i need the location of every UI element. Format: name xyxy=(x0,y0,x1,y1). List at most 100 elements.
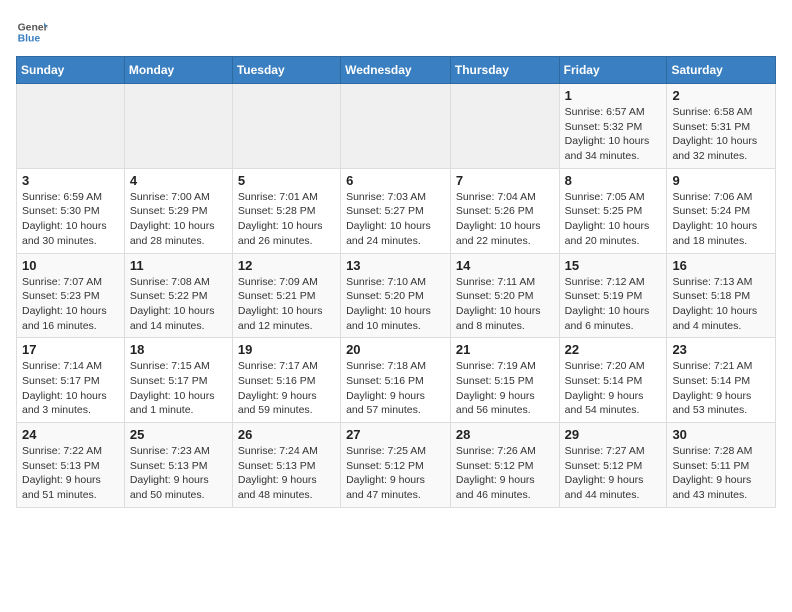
day-info: Sunrise: 7:08 AM Sunset: 5:22 PM Dayligh… xyxy=(130,275,227,334)
day-info: Sunrise: 7:18 AM Sunset: 5:16 PM Dayligh… xyxy=(346,359,445,418)
calendar-cell: 8 Sunrise: 7:05 AM Sunset: 5:25 PM Daylig… xyxy=(559,168,667,253)
calendar-cell: 13Sunrise: 7:10 AM Sunset: 5:20 PM Dayli… xyxy=(341,253,451,338)
day-number: 22 xyxy=(565,342,662,357)
day-number: 27 xyxy=(346,427,445,442)
header-day-tuesday: Tuesday xyxy=(232,57,340,84)
calendar-cell: 17Sunrise: 7:14 AM Sunset: 5:17 PM Dayli… xyxy=(17,338,125,423)
day-info: Sunrise: 7:24 AM Sunset: 5:13 PM Dayligh… xyxy=(238,444,335,503)
svg-text:Blue: Blue xyxy=(18,34,41,45)
calendar-week-1: 1 Sunrise: 6:57 AM Sunset: 5:32 PM Daylig… xyxy=(17,84,776,169)
day-info: Sunrise: 7:01 AM Sunset: 5:28 PM Dayligh… xyxy=(238,190,335,249)
day-number: 26 xyxy=(238,427,335,442)
day-number: 16 xyxy=(672,258,770,273)
day-number: 13 xyxy=(346,258,445,273)
day-number: 4 xyxy=(130,173,227,188)
calendar-cell: 2 Sunrise: 6:58 AM Sunset: 5:31 PM Daylig… xyxy=(667,84,776,169)
day-info: Sunrise: 7:05 AM Sunset: 5:25 PM Dayligh… xyxy=(565,190,662,249)
header-day-friday: Friday xyxy=(559,57,667,84)
day-number: 20 xyxy=(346,342,445,357)
calendar-cell: 1 Sunrise: 6:57 AM Sunset: 5:32 PM Daylig… xyxy=(559,84,667,169)
calendar-cell: 14 Sunrise: 7:11 AM Sunset: 5:20 PM Dayli… xyxy=(450,253,559,338)
day-info: Sunrise: 7:03 AM Sunset: 5:27 PM Dayligh… xyxy=(346,190,445,249)
logo-icon: General Blue xyxy=(16,16,48,48)
calendar-cell: 15 Sunrise: 7:12 AM Sunset: 5:19 PM Dayli… xyxy=(559,253,667,338)
calendar-cell: 6Sunrise: 7:03 AM Sunset: 5:27 PM Daylig… xyxy=(341,168,451,253)
day-number: 5 xyxy=(238,173,335,188)
day-number: 12 xyxy=(238,258,335,273)
svg-text:General: General xyxy=(18,22,48,33)
calendar-cell xyxy=(232,84,340,169)
day-number: 23 xyxy=(672,342,770,357)
calendar-cell xyxy=(450,84,559,169)
day-info: Sunrise: 6:58 AM Sunset: 5:31 PM Dayligh… xyxy=(672,105,770,164)
day-info: Sunrise: 7:28 AM Sunset: 5:11 PM Dayligh… xyxy=(672,444,770,503)
day-info: Sunrise: 7:07 AM Sunset: 5:23 PM Dayligh… xyxy=(22,275,119,334)
header: General Blue xyxy=(16,16,776,48)
calendar-cell: 29 Sunrise: 7:27 AM Sunset: 5:12 PM Dayli… xyxy=(559,423,667,508)
calendar-cell: 24 Sunrise: 7:22 AM Sunset: 5:13 PM Dayli… xyxy=(17,423,125,508)
calendar-week-2: 3 Sunrise: 6:59 AM Sunset: 5:30 PM Daylig… xyxy=(17,168,776,253)
calendar-week-4: 17Sunrise: 7:14 AM Sunset: 5:17 PM Dayli… xyxy=(17,338,776,423)
calendar-body: 1 Sunrise: 6:57 AM Sunset: 5:32 PM Daylig… xyxy=(17,84,776,508)
day-info: Sunrise: 7:04 AM Sunset: 5:26 PM Dayligh… xyxy=(456,190,554,249)
calendar-cell: 16 Sunrise: 7:13 AM Sunset: 5:18 PM Dayli… xyxy=(667,253,776,338)
day-number: 11 xyxy=(130,258,227,273)
day-number: 3 xyxy=(22,173,119,188)
calendar-cell: 21 Sunrise: 7:19 AM Sunset: 5:15 PM Dayli… xyxy=(450,338,559,423)
day-number: 28 xyxy=(456,427,554,442)
day-info: Sunrise: 7:12 AM Sunset: 5:19 PM Dayligh… xyxy=(565,275,662,334)
day-number: 18 xyxy=(130,342,227,357)
calendar-cell: 19Sunrise: 7:17 AM Sunset: 5:16 PM Dayli… xyxy=(232,338,340,423)
day-info: Sunrise: 7:00 AM Sunset: 5:29 PM Dayligh… xyxy=(130,190,227,249)
header-day-monday: Monday xyxy=(124,57,232,84)
calendar-cell: 18 Sunrise: 7:15 AM Sunset: 5:17 PM Dayli… xyxy=(124,338,232,423)
day-info: Sunrise: 7:26 AM Sunset: 5:12 PM Dayligh… xyxy=(456,444,554,503)
calendar-cell: 25Sunrise: 7:23 AM Sunset: 5:13 PM Dayli… xyxy=(124,423,232,508)
calendar-cell: 20 Sunrise: 7:18 AM Sunset: 5:16 PM Dayli… xyxy=(341,338,451,423)
header-day-thursday: Thursday xyxy=(450,57,559,84)
header-row: SundayMondayTuesdayWednesdayThursdayFrid… xyxy=(17,57,776,84)
calendar-cell: 9Sunrise: 7:06 AM Sunset: 5:24 PM Daylig… xyxy=(667,168,776,253)
day-number: 21 xyxy=(456,342,554,357)
day-info: Sunrise: 7:25 AM Sunset: 5:12 PM Dayligh… xyxy=(346,444,445,503)
day-info: Sunrise: 7:19 AM Sunset: 5:15 PM Dayligh… xyxy=(456,359,554,418)
calendar-cell: 28 Sunrise: 7:26 AM Sunset: 5:12 PM Dayli… xyxy=(450,423,559,508)
day-number: 14 xyxy=(456,258,554,273)
day-number: 19 xyxy=(238,342,335,357)
day-info: Sunrise: 7:13 AM Sunset: 5:18 PM Dayligh… xyxy=(672,275,770,334)
calendar-cell xyxy=(17,84,125,169)
calendar-cell xyxy=(341,84,451,169)
day-info: Sunrise: 7:20 AM Sunset: 5:14 PM Dayligh… xyxy=(565,359,662,418)
calendar-cell: 12Sunrise: 7:09 AM Sunset: 5:21 PM Dayli… xyxy=(232,253,340,338)
header-day-sunday: Sunday xyxy=(17,57,125,84)
day-info: Sunrise: 6:59 AM Sunset: 5:30 PM Dayligh… xyxy=(22,190,119,249)
calendar-cell: 3 Sunrise: 6:59 AM Sunset: 5:30 PM Daylig… xyxy=(17,168,125,253)
day-info: Sunrise: 6:57 AM Sunset: 5:32 PM Dayligh… xyxy=(565,105,662,164)
day-number: 29 xyxy=(565,427,662,442)
calendar-cell: 27 Sunrise: 7:25 AM Sunset: 5:12 PM Dayli… xyxy=(341,423,451,508)
day-info: Sunrise: 7:27 AM Sunset: 5:12 PM Dayligh… xyxy=(565,444,662,503)
day-number: 9 xyxy=(672,173,770,188)
day-number: 1 xyxy=(565,88,662,103)
calendar-cell: 5 Sunrise: 7:01 AM Sunset: 5:28 PM Daylig… xyxy=(232,168,340,253)
day-number: 8 xyxy=(565,173,662,188)
day-info: Sunrise: 7:23 AM Sunset: 5:13 PM Dayligh… xyxy=(130,444,227,503)
day-info: Sunrise: 7:14 AM Sunset: 5:17 PM Dayligh… xyxy=(22,359,119,418)
day-info: Sunrise: 7:22 AM Sunset: 5:13 PM Dayligh… xyxy=(22,444,119,503)
day-number: 2 xyxy=(672,88,770,103)
calendar-cell xyxy=(124,84,232,169)
calendar-cell: 22 Sunrise: 7:20 AM Sunset: 5:14 PM Dayli… xyxy=(559,338,667,423)
calendar-cell: 11 Sunrise: 7:08 AM Sunset: 5:22 PM Dayli… xyxy=(124,253,232,338)
day-info: Sunrise: 7:21 AM Sunset: 5:14 PM Dayligh… xyxy=(672,359,770,418)
day-number: 15 xyxy=(565,258,662,273)
calendar-cell: 4 Sunrise: 7:00 AM Sunset: 5:29 PM Daylig… xyxy=(124,168,232,253)
calendar-cell: 7Sunrise: 7:04 AM Sunset: 5:26 PM Daylig… xyxy=(450,168,559,253)
day-info: Sunrise: 7:11 AM Sunset: 5:20 PM Dayligh… xyxy=(456,275,554,334)
day-number: 24 xyxy=(22,427,119,442)
day-info: Sunrise: 7:15 AM Sunset: 5:17 PM Dayligh… xyxy=(130,359,227,418)
header-day-saturday: Saturday xyxy=(667,57,776,84)
calendar-cell: 30Sunrise: 7:28 AM Sunset: 5:11 PM Dayli… xyxy=(667,423,776,508)
header-day-wednesday: Wednesday xyxy=(341,57,451,84)
calendar-table: SundayMondayTuesdayWednesdayThursdayFrid… xyxy=(16,56,776,508)
calendar-week-3: 10Sunrise: 7:07 AM Sunset: 5:23 PM Dayli… xyxy=(17,253,776,338)
